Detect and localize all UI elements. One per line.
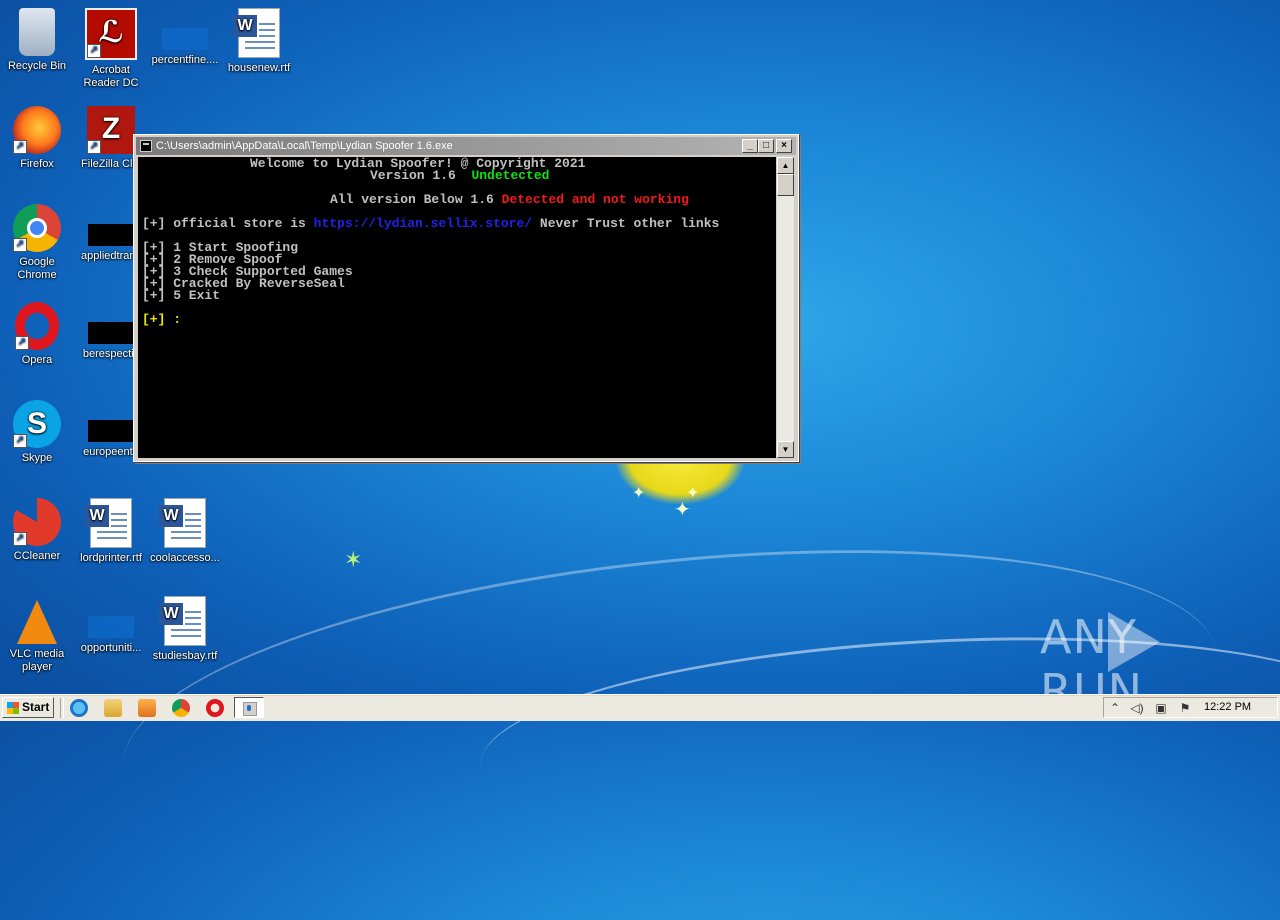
word-document-icon: W bbox=[85, 498, 132, 548]
chrome-taskbar-icon[interactable] bbox=[172, 699, 190, 717]
console-app-icon bbox=[243, 702, 257, 716]
skype-icon: S ↗ bbox=[13, 400, 61, 448]
desktop-icon-acrobat[interactable]: ℒ ↗ Acrobat Reader DC bbox=[74, 8, 148, 90]
icon-label: percentfine.... bbox=[151, 54, 219, 66]
version-line: Version 1.6 Undetected bbox=[370, 168, 550, 183]
scroll-thumb[interactable] bbox=[777, 174, 794, 196]
desktop-icon-lordprinter[interactable]: W lordprinter.rtf bbox=[74, 498, 148, 565]
icon-label: Firefox bbox=[20, 158, 54, 170]
desktop-icon-recycle-bin[interactable]: Recycle Bin bbox=[0, 8, 74, 73]
icon-label: Skype bbox=[21, 452, 53, 464]
icon-label: Google bbox=[19, 256, 55, 268]
maximize-button[interactable]: □ bbox=[758, 139, 774, 153]
recycle-bin-icon bbox=[19, 8, 55, 56]
console-app-icon bbox=[140, 140, 152, 152]
window-titlebar[interactable]: C:\Users\admin\AppData\Local\Temp\Lydian… bbox=[136, 137, 796, 155]
vertical-scrollbar[interactable]: ▲ ▼ bbox=[777, 157, 794, 458]
action-center-flag-icon[interactable]: ⚑ bbox=[1178, 701, 1192, 715]
start-button[interactable]: Start bbox=[2, 697, 54, 718]
network-icon[interactable]: ▣ bbox=[1154, 701, 1168, 715]
icon-label: housenew.rtf bbox=[227, 62, 291, 74]
taskbar: Start ⌃ ◁) ▣ ⚑ 12:22 PM bbox=[0, 694, 1280, 721]
desktop-icon-chrome[interactable]: ↗ Google Chrome bbox=[0, 204, 74, 282]
scroll-up-button[interactable]: ▲ bbox=[777, 157, 794, 174]
undetected-status: Undetected bbox=[471, 168, 550, 183]
windows-logo-icon bbox=[7, 702, 19, 714]
icon-label: Recycle Bin bbox=[7, 60, 67, 72]
desktop-icon-opera[interactable]: ↗ Opera bbox=[0, 302, 74, 367]
icon-label: VLC media bbox=[9, 648, 65, 660]
file-icon bbox=[88, 322, 134, 344]
desktop-icon-firefox[interactable]: ↗ Firefox bbox=[0, 106, 74, 171]
opera-icon: ↗ bbox=[15, 302, 59, 350]
wallpaper-sparkle: ✦ bbox=[674, 499, 691, 521]
icon-label: lordprinter.rtf bbox=[80, 552, 142, 564]
desktop-icon-housenew[interactable]: W housenew.rtf bbox=[222, 8, 296, 75]
file-icon bbox=[162, 28, 208, 50]
taskbar-console-button[interactable] bbox=[234, 697, 264, 718]
volume-icon[interactable]: ◁) bbox=[1130, 701, 1144, 715]
store-prefix: [+] official store is bbox=[142, 216, 306, 231]
desktop-icon-ccleaner[interactable]: ↗ CCleaner bbox=[0, 498, 74, 563]
word-document-icon: W bbox=[159, 498, 206, 548]
version-text: Version 1.6 bbox=[370, 168, 456, 183]
input-prompt[interactable]: [+] : bbox=[142, 313, 181, 326]
desktop-icon-coolaccesso[interactable]: W coolaccesso... bbox=[148, 498, 222, 565]
icon-label: coolaccesso... bbox=[150, 552, 220, 564]
console-window[interactable]: C:\Users\admin\AppData\Local\Temp\Lydian… bbox=[133, 134, 799, 462]
start-label: Start bbox=[22, 700, 50, 714]
desktop-icon-studiesbay[interactable]: W studiesbay.rtf bbox=[148, 596, 222, 663]
taskbar-separator bbox=[60, 698, 64, 718]
chrome-icon: ↗ bbox=[13, 204, 61, 252]
icon-label: CCleaner bbox=[13, 550, 61, 562]
window-title: C:\Users\admin\AppData\Local\Temp\Lydian… bbox=[156, 140, 453, 152]
file-icon bbox=[88, 616, 134, 638]
opera-taskbar-icon[interactable] bbox=[206, 699, 224, 717]
desktop-icon-opportuniti[interactable]: opportuniti... bbox=[74, 596, 148, 655]
store-url: https://lydian.sellix.store/ bbox=[313, 216, 533, 231]
acrobat-icon: ℒ ↗ bbox=[85, 8, 137, 60]
detected-status: Detected and not working bbox=[501, 192, 689, 207]
version-warning-line: All version Below 1.6 Detected and not w… bbox=[330, 192, 689, 207]
explorer-icon[interactable] bbox=[104, 699, 122, 717]
word-document-icon: W bbox=[159, 596, 206, 646]
desktop-icon-skype[interactable]: S ↗ Skype bbox=[0, 400, 74, 465]
scroll-down-button[interactable]: ▼ bbox=[777, 441, 794, 458]
icon-label: Opera bbox=[21, 354, 53, 366]
icon-label-line2: Chrome bbox=[17, 269, 57, 281]
internet-explorer-icon[interactable] bbox=[70, 699, 88, 717]
filezilla-icon: Z ↗ bbox=[87, 106, 135, 154]
file-icon bbox=[88, 420, 134, 442]
show-hidden-icons-icon[interactable]: ⌃ bbox=[1108, 701, 1122, 715]
console-output[interactable]: Welcome to Lydian Spoofer! @ Copyright 2… bbox=[138, 157, 776, 458]
icon-label: studiesbay.rtf bbox=[152, 650, 218, 662]
icon-label-line2: Reader DC bbox=[83, 77, 139, 89]
store-suffix: Never Trust other links bbox=[539, 216, 720, 231]
system-tray: ⌃ ◁) ▣ ⚑ 12:22 PM bbox=[1103, 697, 1278, 718]
icon-label: opportuniti... bbox=[80, 642, 142, 654]
desktop-icon-percentfine[interactable]: percentfine.... bbox=[148, 8, 222, 67]
wallpaper-sparkle: ✦ bbox=[632, 485, 646, 502]
desktop-icon-vlc[interactable]: VLC media player bbox=[0, 596, 74, 674]
icon-label: Acrobat bbox=[92, 64, 130, 76]
firefox-icon: ↗ bbox=[13, 106, 61, 154]
media-player-icon[interactable] bbox=[138, 699, 156, 717]
clock[interactable]: 12:22 PM bbox=[1204, 698, 1251, 717]
vlc-cone-icon bbox=[17, 600, 57, 644]
ccleaner-icon: ↗ bbox=[13, 498, 61, 546]
menu-item-exit: [+] 5 Exit bbox=[142, 288, 221, 303]
minimize-button[interactable]: _ bbox=[742, 139, 758, 153]
word-document-icon: W bbox=[233, 8, 280, 58]
version-warning-text: All version Below 1.6 bbox=[330, 192, 494, 207]
close-button[interactable]: × bbox=[776, 139, 792, 153]
wallpaper-sparkle: ✶ bbox=[344, 547, 363, 572]
store-line: [+] official store is https://lydian.sel… bbox=[142, 216, 720, 231]
file-icon bbox=[88, 224, 134, 246]
icon-label-line2: player bbox=[22, 661, 52, 673]
